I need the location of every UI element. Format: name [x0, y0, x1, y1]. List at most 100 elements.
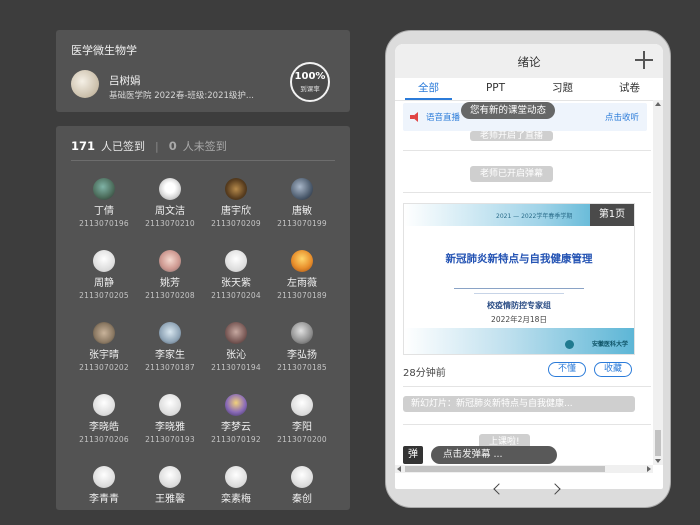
student-avatar [93, 466, 115, 488]
student-name: 李青青 [89, 494, 119, 505]
student-avatar [93, 394, 115, 416]
student-name: 秦创 [292, 494, 312, 505]
signin-panel: 171 人已签到 | 0 人未签到 丁倩 2113070196 周文洁 211307… [56, 126, 350, 510]
student-id: 2113070202 [79, 363, 129, 372]
forward-chevron-icon[interactable] [550, 482, 564, 496]
slide-title: 新冠肺炎新特点与自我健康管理 [445, 253, 593, 265]
student-id: 2113070210 [145, 219, 195, 228]
university-logo-icon [565, 340, 574, 349]
student-avatar [93, 178, 115, 200]
student-item[interactable]: 张天紫 2113070204 [203, 246, 269, 318]
student-name: 李阳 [292, 422, 312, 433]
student-id: 2113070206 [79, 435, 129, 444]
student-item[interactable]: 李家生 2113070187 [137, 318, 203, 390]
danmu-toggle-button[interactable]: 弹 [403, 446, 423, 464]
slide-page-badge: 第1页 [590, 204, 634, 226]
student-name: 张天紫 [221, 278, 251, 289]
plus-icon[interactable] [634, 50, 654, 70]
tab-exams[interactable]: 试卷 [596, 78, 663, 100]
student-item[interactable]: 秦创 [269, 462, 335, 510]
signed-count[interactable]: 171 [71, 139, 95, 153]
slide-rule [454, 288, 584, 289]
student-avatar [159, 466, 181, 488]
slide-thumbnail[interactable]: 2021 — 2022学年春季学期 第1页 新冠肺炎新特点与自我健康管理 校疫情… [403, 203, 635, 355]
horizontal-scrollbar[interactable] [395, 465, 653, 473]
student-item[interactable]: 李梦云 2113070192 [203, 390, 269, 462]
student-item[interactable]: 王雅馨 [137, 462, 203, 510]
scrollbar-thumb[interactable] [655, 430, 661, 456]
student-item[interactable]: 张沁 2113070194 [203, 318, 269, 390]
student-id: 2113070200 [277, 435, 327, 444]
student-item[interactable]: 周文洁 2113070210 [137, 174, 203, 246]
vertical-scrollbar[interactable] [653, 100, 663, 465]
collect-button[interactable]: 收藏 [594, 362, 633, 377]
student-item[interactable]: 李晓皓 2113070206 [71, 390, 137, 462]
danmu-input[interactable]: 点击发弹幕 ... [431, 446, 557, 464]
back-chevron-icon[interactable] [490, 482, 504, 496]
student-item[interactable]: 左雨薇 2113070189 [269, 246, 335, 318]
student-name: 李晓皓 [89, 422, 119, 433]
student-name: 张沁 [226, 350, 246, 361]
student-id: 2113070193 [145, 435, 195, 444]
dont-understand-button[interactable]: 不懂 [548, 362, 587, 377]
student-id: 2113070209 [211, 219, 261, 228]
slide-rule [474, 293, 564, 294]
student-avatar [225, 250, 247, 272]
tab-exercises[interactable]: 习题 [529, 78, 596, 100]
student-name: 唐敏 [292, 206, 312, 217]
student-item[interactable]: 张宇晴 2113070202 [71, 318, 137, 390]
student-name: 周静 [94, 278, 114, 289]
event-danmu-enabled: 老师已开启弹幕 [470, 166, 554, 182]
course-card[interactable]: 医学微生物学 吕树娟 基础医学院 2022春-班级:2021级护... 100%… [56, 30, 350, 112]
feed-divider [403, 386, 651, 387]
student-item[interactable]: 李晓雅 2113070193 [137, 390, 203, 462]
student-item[interactable]: 丁倩 2113070196 [71, 174, 137, 246]
student-id: 2113070204 [211, 291, 261, 300]
unsigned-count[interactable]: 0 [169, 139, 177, 153]
slide-time-ago: 28分钟前 [403, 368, 446, 379]
student-item[interactable]: 李阳 2113070200 [269, 390, 335, 462]
student-item[interactable]: 李青青 [71, 462, 137, 510]
student-name: 李弘扬 [287, 350, 317, 361]
student-name: 姚芳 [160, 278, 180, 289]
student-id: 2113070194 [211, 363, 261, 372]
student-item[interactable]: 周静 2113070205 [71, 246, 137, 318]
scroll-right-icon[interactable] [647, 466, 651, 472]
tab-divider [395, 100, 663, 101]
student-name: 丁倩 [94, 206, 114, 217]
student-id: 2113070185 [277, 363, 327, 372]
student-item[interactable]: 唐敏 2113070199 [269, 174, 335, 246]
student-name: 李晓雅 [155, 422, 185, 433]
scroll-up-icon[interactable] [655, 102, 661, 106]
scrollbar-thumb[interactable] [405, 466, 605, 472]
student-avatar [93, 250, 115, 272]
scroll-down-icon[interactable] [655, 459, 661, 463]
student-name: 栾素梅 [221, 494, 251, 505]
listen-link[interactable]: 点击收听 [605, 111, 639, 123]
tab-ppt[interactable]: PPT [462, 78, 529, 100]
student-avatar [291, 250, 313, 272]
feed-divider [403, 192, 651, 193]
student-avatar [159, 250, 181, 272]
event-new-slide[interactable]: 新幻灯片：新冠肺炎新特点与自我健康... [403, 396, 635, 412]
student-avatar [159, 394, 181, 416]
student-item[interactable]: 李弘扬 2113070185 [269, 318, 335, 390]
student-item[interactable]: 姚芳 2113070208 [137, 246, 203, 318]
unsigned-label[interactable]: 人未签到 [183, 138, 227, 154]
student-item[interactable]: 栾素梅 [203, 462, 269, 510]
scroll-left-icon[interactable] [397, 466, 401, 472]
tab-all[interactable]: 全部 [395, 78, 462, 100]
student-avatar [225, 178, 247, 200]
student-item[interactable]: 唐宇欣 2113070209 [203, 174, 269, 246]
student-avatar [225, 322, 247, 344]
slide-org: 校疫情防控专家组 [487, 301, 551, 310]
new-activity-toast[interactable]: 您有新的课堂动态 [461, 102, 556, 119]
signin-summary: 171 人已签到 | 0 人未签到 [71, 138, 227, 154]
student-id: 2113070187 [145, 363, 195, 372]
attendance-rate-badge: 100% 到课率 [290, 62, 330, 102]
student-avatar [291, 394, 313, 416]
feed-divider [403, 150, 651, 151]
student-avatar [291, 466, 313, 488]
phone-screen: 绪论 全部 PPT 习题 试卷 语音直播 点击收听 您有新的课堂动态 老师开启了… [395, 44, 663, 489]
signed-label[interactable]: 人已签到 [101, 138, 145, 154]
